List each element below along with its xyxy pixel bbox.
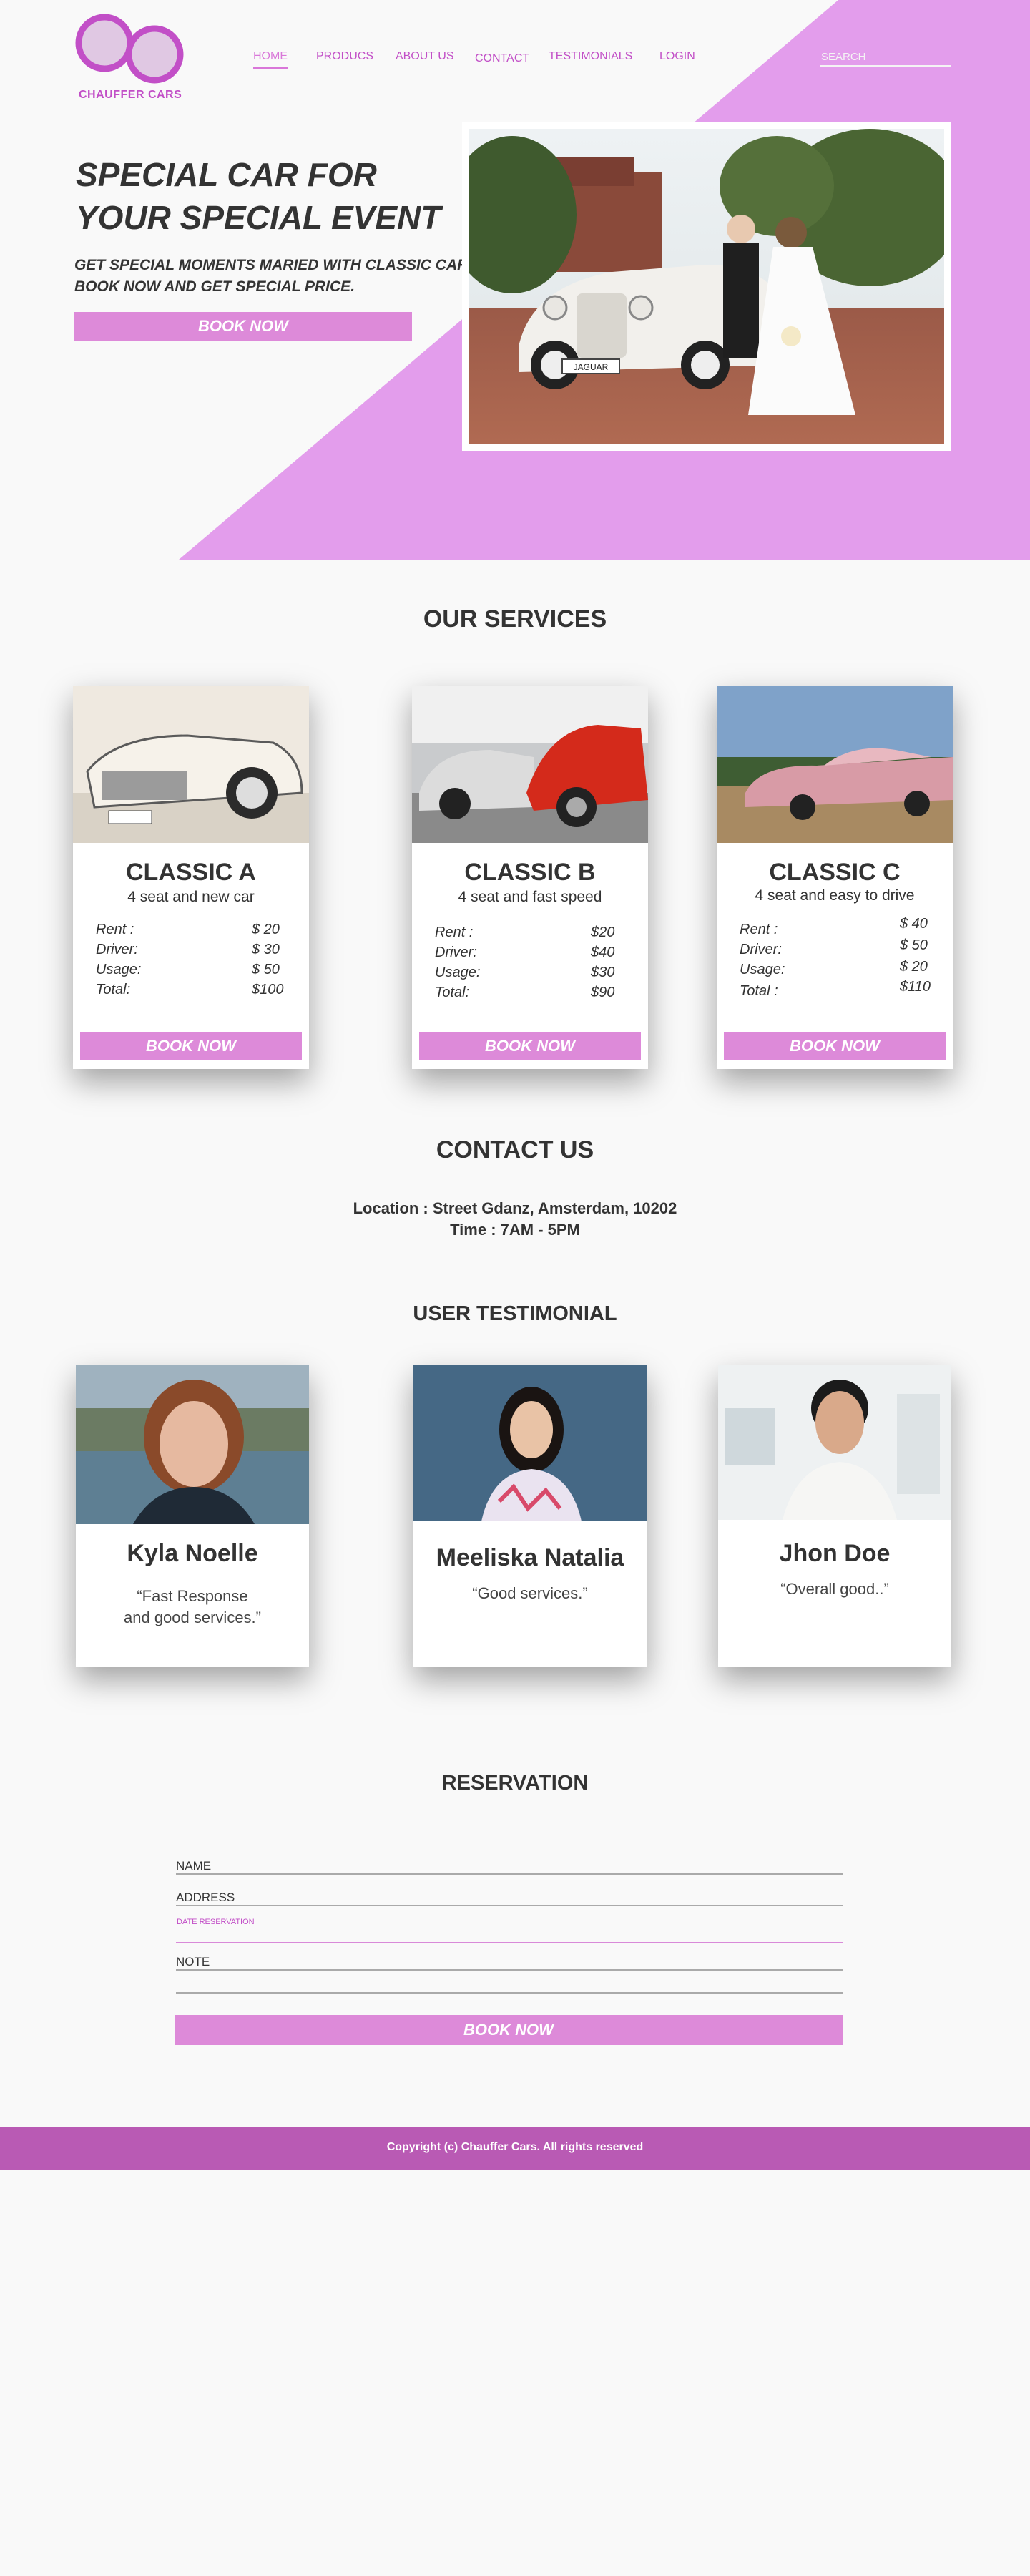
rent-label: Rent :	[740, 922, 778, 937]
testimonial-card: Kyla Noelle “Fast Response and good serv…	[76, 1365, 309, 1667]
usage-value: $ 20	[900, 959, 928, 975]
rent-label: Rent :	[96, 922, 134, 937]
contact-time: Time : 7AM - 5PM	[450, 1221, 580, 1239]
kyla-noelle-avatar	[76, 1365, 309, 1524]
card-title: CLASSIC A	[126, 859, 256, 886]
classic-a-book-now-button[interactable]: BOOK NOW	[80, 1032, 302, 1060]
footer-copyright: Copyright (c) Chauffer Cars. All rights …	[386, 2141, 644, 2153]
service-card-classic-a: CLASSIC A 4 seat and new car Rent : $ 20…	[73, 686, 309, 1069]
usage-value: $30	[591, 965, 615, 980]
total-value: $100	[252, 982, 284, 997]
testimonial-photo	[76, 1365, 309, 1524]
testimonial-quote-line-1: “Good services.”	[472, 1584, 588, 1602]
testimonial-quote-line-1: “Fast Response	[137, 1587, 248, 1605]
service-card-classic-c: CLASSIC C 4 seat and easy to drive Rent …	[717, 686, 953, 1069]
usage-label: Usage:	[435, 965, 481, 980]
rent-value: $ 20	[252, 922, 280, 937]
address-underline	[176, 1905, 843, 1906]
total-value: $110	[900, 979, 931, 995]
service-card-classic-b: CLASSIC B 4 seat and fast speed Rent : $…	[412, 686, 648, 1069]
classic-b-book-now-button[interactable]: BOOK NOW	[419, 1032, 641, 1060]
hero-title: SPECIAL CAR FOR YOUR SPECIAL EVENT	[76, 156, 441, 236]
testimonial-name: Jhon Doe	[779, 1540, 891, 1567]
search-input[interactable]	[820, 49, 951, 67]
driver-label: Driver:	[740, 942, 782, 957]
date-reservation-underline	[176, 1942, 843, 1943]
driver-label: Driver:	[435, 945, 477, 960]
reservation-title: RESERVATION	[441, 1772, 589, 1795]
note-second-underline	[176, 1992, 843, 1994]
logo-text: CHAUFFER CARS	[79, 89, 182, 101]
reservation-book-now-button[interactable]: BOOK NOW	[175, 2015, 843, 2045]
date-reservation-input[interactable]	[176, 1922, 843, 1942]
wedding-car-image: JAGUAR	[469, 129, 944, 444]
driver-value: $ 50	[900, 937, 928, 953]
page: CHAUFFER CARS HOME PRODUCS ABOUT US CONT…	[0, 0, 1030, 2576]
driver-value: $40	[591, 945, 615, 960]
testimonials-title: USER TESTIMONIAL	[413, 1302, 617, 1325]
classic-a-car-image	[73, 686, 309, 843]
rent-value: $ 40	[900, 916, 928, 932]
testimonial-quote-line-1: “Overall good..”	[780, 1580, 889, 1598]
driver-label: Driver:	[96, 942, 138, 957]
usage-label: Usage:	[96, 962, 142, 977]
nav-home[interactable]: HOME	[253, 50, 288, 69]
contact-title: CONTACT US	[436, 1136, 594, 1163]
classic-c-car-image	[717, 686, 953, 843]
contact-location: Location : Street Gdanz, Amsterdam, 1020…	[353, 1199, 677, 1217]
usage-value: $ 50	[252, 962, 280, 977]
card-description: 4 seat and new car	[127, 889, 255, 905]
testimonial-card: Meeliska Natalia “Good services.”	[413, 1365, 647, 1667]
note-underline	[176, 1969, 843, 1971]
testimonial-card: Jhon Doe “Overall good..”	[718, 1365, 951, 1667]
classic-b-image	[412, 686, 648, 843]
note-input[interactable]	[176, 1951, 843, 1971]
hero-subtitle: GET SPECIAL MOMENTS MARIED WITH CLASSIC …	[74, 257, 473, 295]
nav-products[interactable]: PRODUCS	[316, 50, 373, 63]
total-label: Total:	[96, 982, 131, 997]
total-label: Total :	[740, 983, 778, 999]
card-title: CLASSIC B	[464, 859, 596, 886]
services-title: OUR SERVICES	[423, 605, 607, 633]
name-underline	[176, 1873, 843, 1875]
usage-label: Usage:	[740, 962, 785, 977]
classic-a-image	[73, 686, 309, 843]
testimonial-photo	[718, 1365, 951, 1520]
rent-value: $20	[591, 924, 615, 940]
testimonial-photo	[413, 1365, 647, 1521]
driver-value: $ 30	[252, 942, 280, 957]
classic-b-car-image	[412, 686, 648, 843]
meeliska-natalia-avatar	[413, 1365, 647, 1521]
hero-wedding-car-photo: JAGUAR	[462, 122, 951, 451]
nav-testimonials[interactable]: TESTIMONIALS	[549, 50, 632, 63]
testimonial-name: Meeliska Natalia	[436, 1544, 624, 1571]
card-title: CLASSIC C	[769, 859, 901, 886]
testimonial-name: Kyla Noelle	[127, 1540, 258, 1567]
nav-login[interactable]: LOGIN	[659, 50, 695, 63]
rent-label: Rent :	[435, 924, 474, 940]
classic-c-image	[717, 686, 953, 843]
footer: Copyright (c) Chauffer Cars. All rights …	[0, 2127, 1030, 2170]
classic-c-book-now-button[interactable]: BOOK NOW	[724, 1032, 946, 1060]
hero-book-now-button[interactable]: BOOK NOW	[74, 312, 412, 341]
nav-about-us[interactable]: ABOUT US	[396, 50, 454, 63]
address-input[interactable]	[176, 1886, 843, 1906]
card-description: 4 seat and fast speed	[458, 889, 602, 905]
testimonial-quote-line-2: and good services.”	[124, 1609, 261, 1626]
total-value: $90	[591, 985, 615, 1000]
license-plate-text: JAGUAR	[574, 362, 609, 372]
nav-contact[interactable]: CONTACT	[475, 52, 529, 65]
total-label: Total:	[435, 985, 470, 1000]
name-input[interactable]	[176, 1855, 843, 1875]
jhon-doe-avatar	[718, 1365, 951, 1520]
card-description: 4 seat and easy to drive	[755, 887, 915, 904]
